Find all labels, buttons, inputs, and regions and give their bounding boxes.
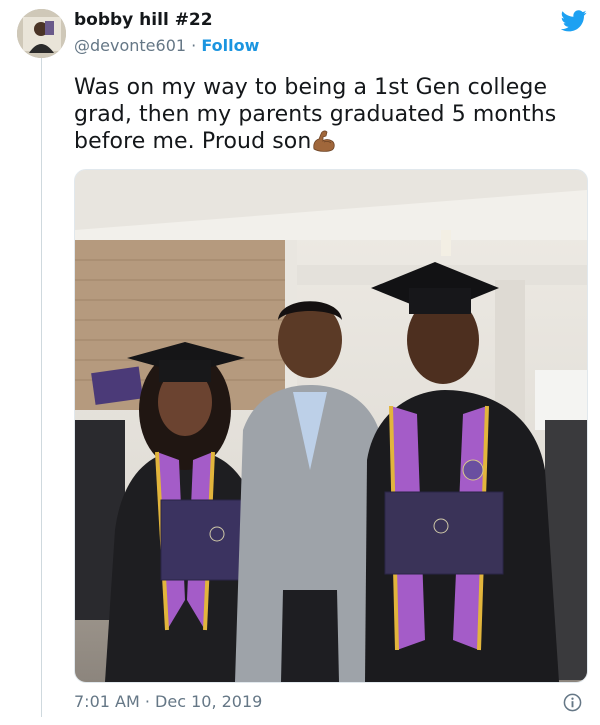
separator-dot: · <box>144 692 150 711</box>
twitter-bird-icon[interactable] <box>561 10 587 32</box>
info-icon[interactable] <box>563 693 582 712</box>
tweet-date: Dec 10, 2019 <box>155 692 263 711</box>
handle-row: @devonte601 · Follow <box>74 36 259 56</box>
follow-button[interactable]: Follow <box>201 36 259 55</box>
tweet-time: 7:01 AM <box>74 692 140 711</box>
user-handle[interactable]: @devonte601 <box>74 36 186 55</box>
flexed-biceps-icon <box>313 130 336 152</box>
tweet-photo[interactable] <box>74 169 588 683</box>
tweet-text: Was on my way to being a 1st Gen college… <box>74 74 584 155</box>
separator-dot: · <box>191 36 197 55</box>
graduation-photo <box>75 170 587 682</box>
thread-line <box>41 52 42 717</box>
timestamp[interactable]: 7:01 AM · Dec 10, 2019 <box>74 692 262 712</box>
avatar[interactable] <box>17 9 66 58</box>
display-name[interactable]: bobby hill #22 <box>74 10 213 30</box>
